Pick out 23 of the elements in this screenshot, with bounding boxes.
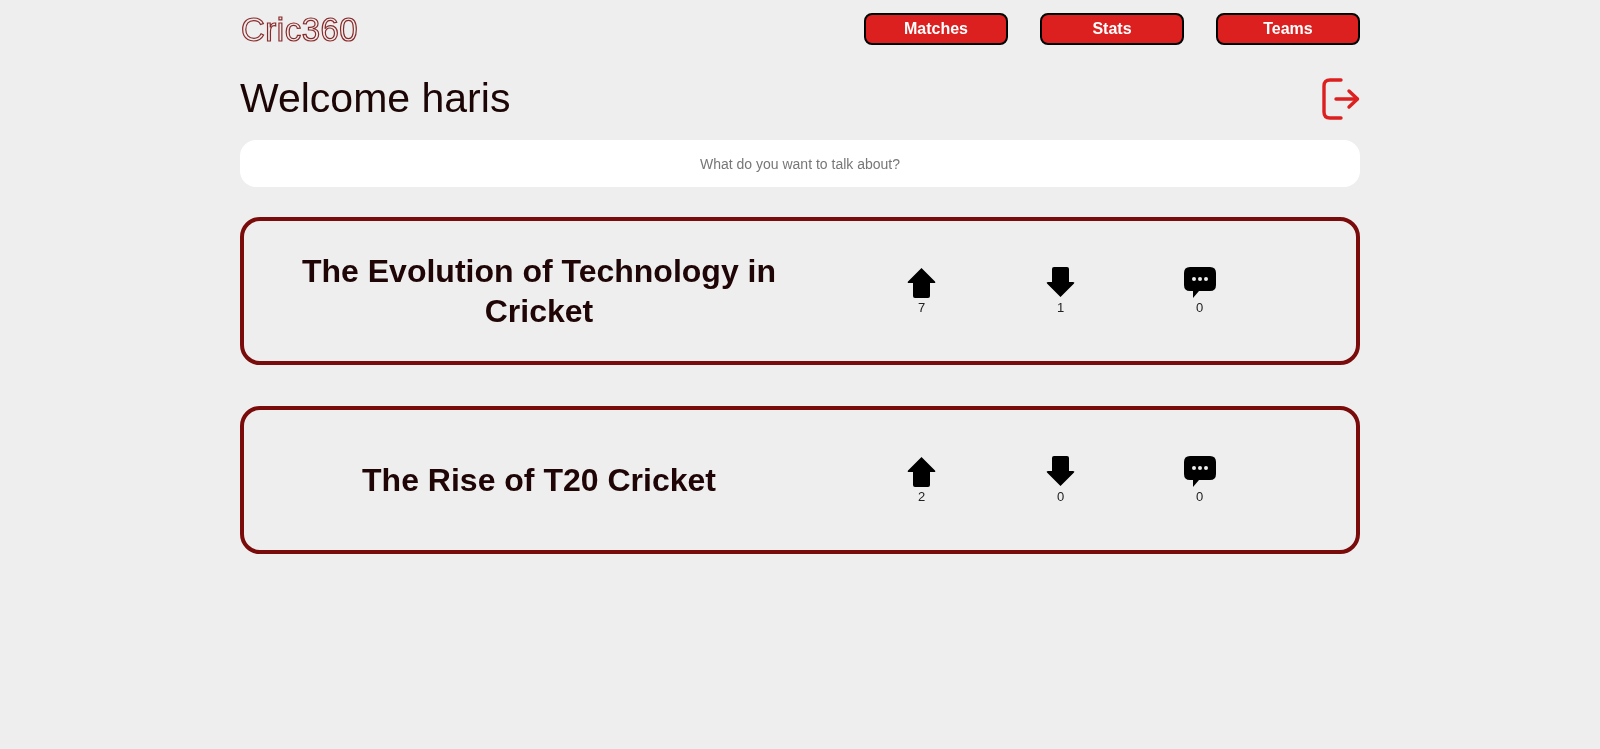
arrow-up-icon[interactable] — [907, 266, 936, 298]
post-title: The Evolution of Technology in Cricket — [300, 252, 777, 331]
post-card[interactable]: The Rise of T20 Cricket 2 0 0 — [240, 406, 1360, 554]
post-title: The Rise of T20 Cricket — [362, 461, 716, 500]
logout-icon[interactable] — [1322, 78, 1360, 120]
downvote-count: 1 — [1056, 299, 1065, 316]
nav-button[interactable]: Matches — [864, 13, 1008, 45]
downvote-count: 0 — [1056, 488, 1065, 505]
speech-bubble-icon[interactable] — [1183, 455, 1216, 487]
nav-button[interactable]: Stats — [1040, 13, 1184, 45]
upvote-count: 7 — [917, 299, 926, 316]
logo[interactable]: Cric360 — [241, 12, 359, 46]
upvote-count: 2 — [917, 488, 926, 505]
nav-button[interactable]: Teams — [1216, 13, 1360, 45]
welcome-heading: Welcome haris — [240, 76, 511, 122]
arrow-down-icon[interactable] — [1046, 266, 1075, 298]
comment-count: 0 — [1195, 488, 1204, 505]
search-field[interactable]: What do you want to talk about? — [240, 140, 1360, 187]
post-card[interactable]: The Evolution of Technology in Cricket 7 1 0 — [240, 217, 1360, 365]
arrow-down-icon[interactable] — [1046, 455, 1075, 487]
comment-count: 0 — [1195, 299, 1204, 316]
arrow-up-icon[interactable] — [907, 455, 936, 487]
speech-bubble-icon[interactable] — [1183, 266, 1216, 298]
